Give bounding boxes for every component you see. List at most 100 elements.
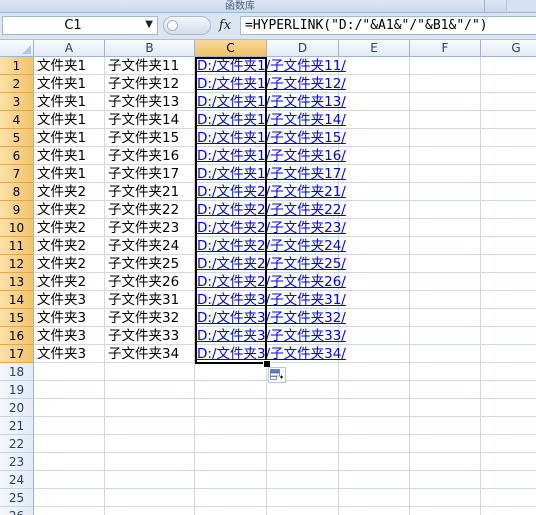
cell-a17[interactable]: 文件夹3	[34, 345, 86, 363]
hyperlink-cell-c11[interactable]: D:/文件夹2/子文件夹24/	[194, 237, 346, 255]
row-header-14[interactable]: 14	[0, 291, 34, 309]
hyperlink-cell-c10[interactable]: D:/文件夹2/子文件夹23/	[194, 219, 346, 237]
name-box[interactable]: C1 ▼	[2, 16, 158, 35]
cell-a13[interactable]: 文件夹2	[34, 273, 86, 291]
ribbon-button[interactable]	[506, 0, 536, 11]
column-header-d[interactable]: D	[267, 40, 339, 57]
chevron-down-icon[interactable]: ▼	[145, 19, 153, 30]
hyperlink-cell-c1[interactable]: D:/文件夹1/子文件夹11/	[194, 57, 346, 75]
column-header-b[interactable]: B	[105, 40, 195, 57]
row-header-18[interactable]: 18	[0, 363, 34, 381]
cell-b6[interactable]: 子文件夹16	[105, 147, 179, 165]
row-header-26[interactable]: 26	[0, 507, 34, 515]
cell-a12[interactable]: 文件夹2	[34, 255, 86, 273]
hyperlink-cell-c12[interactable]: D:/文件夹2/子文件夹25/	[194, 255, 346, 273]
row-header-20[interactable]: 20	[0, 399, 34, 417]
hyperlink-cell-c15[interactable]: D:/文件夹3/子文件夹32/	[194, 309, 346, 327]
row-header-11[interactable]: 11	[0, 237, 34, 255]
row-header-23[interactable]: 23	[0, 453, 34, 471]
row-header-6[interactable]: 6	[0, 147, 34, 165]
hyperlink-cell-c16[interactable]: D:/文件夹3/子文件夹33/	[194, 327, 346, 345]
cell-b5[interactable]: 子文件夹15	[105, 129, 179, 147]
hyperlink-cell-c7[interactable]: D:/文件夹1/子文件夹17/	[194, 165, 346, 183]
gridline-horizontal	[34, 488, 536, 489]
row-header-3[interactable]: 3	[0, 93, 34, 111]
cell-a16[interactable]: 文件夹3	[34, 327, 86, 345]
hyperlink-cell-c9[interactable]: D:/文件夹2/子文件夹22/	[194, 201, 346, 219]
cell-b10[interactable]: 子文件夹23	[105, 219, 179, 237]
gridline-horizontal	[34, 434, 536, 435]
hyperlink-cell-c14[interactable]: D:/文件夹3/子文件夹31/	[194, 291, 346, 309]
autofill-options-button[interactable]	[268, 367, 286, 383]
cell-a11[interactable]: 文件夹2	[34, 237, 86, 255]
row-header-13[interactable]: 13	[0, 273, 34, 291]
row-header-10[interactable]: 10	[0, 219, 34, 237]
spreadsheet-grid: A B C D E F G 1 文件夹1 子文件夹11 D:/文件夹1/子文件夹11/2 文件夹1 子文…	[0, 40, 536, 515]
cell-a14[interactable]: 文件夹3	[34, 291, 86, 309]
cell-b4[interactable]: 子文件夹14	[105, 111, 179, 129]
cell-a4[interactable]: 文件夹1	[34, 111, 86, 129]
hyperlink-cell-c5[interactable]: D:/文件夹1/子文件夹15/	[194, 129, 346, 147]
cell-b17[interactable]: 子文件夹34	[105, 345, 179, 363]
formula-bar-splitter[interactable]	[163, 16, 211, 35]
select-all-button[interactable]	[0, 40, 34, 57]
gridline-horizontal	[34, 506, 536, 507]
ribbon-group-label: 函数库	[225, 1, 255, 12]
row-header-2[interactable]: 2	[0, 75, 34, 93]
column-header-c[interactable]: C	[195, 40, 267, 57]
row-header-16[interactable]: 16	[0, 327, 34, 345]
cell-b8[interactable]: 子文件夹21	[105, 183, 179, 201]
cell-a10[interactable]: 文件夹2	[34, 219, 86, 237]
cell-b7[interactable]: 子文件夹17	[105, 165, 179, 183]
cell-b1[interactable]: 子文件夹11	[105, 57, 179, 75]
select-all-triangle-icon	[22, 45, 31, 54]
hyperlink-cell-c4[interactable]: D:/文件夹1/子文件夹14/	[194, 111, 346, 129]
row-header-21[interactable]: 21	[0, 417, 34, 435]
ribbon-strip: 函数库	[0, 0, 536, 13]
cell-b12[interactable]: 子文件夹25	[105, 255, 179, 273]
row-header-1[interactable]: 1	[0, 57, 34, 75]
formula-bar: C1 ▼ fx =HYPERLINK("D:/"&A1&"/"&B1&"/")	[0, 13, 536, 40]
cell-b14[interactable]: 子文件夹31	[105, 291, 179, 309]
cell-b15[interactable]: 子文件夹32	[105, 309, 179, 327]
cell-a9[interactable]: 文件夹2	[34, 201, 86, 219]
cell-a1[interactable]: 文件夹1	[34, 57, 86, 75]
column-header-a[interactable]: A	[34, 40, 105, 57]
cell-b11[interactable]: 子文件夹24	[105, 237, 179, 255]
row-header-7[interactable]: 7	[0, 165, 34, 183]
column-header-f[interactable]: F	[410, 40, 481, 57]
row-header-9[interactable]: 9	[0, 201, 34, 219]
formula-input[interactable]: =HYPERLINK("D:/"&A1&"/"&B1&"/")	[240, 16, 536, 35]
cell-b2[interactable]: 子文件夹12	[105, 75, 179, 93]
row-header-15[interactable]: 15	[0, 309, 34, 327]
column-header-g[interactable]: G	[481, 40, 536, 57]
cell-a2[interactable]: 文件夹1	[34, 75, 86, 93]
cell-b3[interactable]: 子文件夹13	[105, 93, 179, 111]
cell-a15[interactable]: 文件夹3	[34, 309, 86, 327]
hyperlink-cell-c6[interactable]: D:/文件夹1/子文件夹16/	[194, 147, 346, 165]
row-header-24[interactable]: 24	[0, 471, 34, 489]
row-header-12[interactable]: 12	[0, 255, 34, 273]
cell-a3[interactable]: 文件夹1	[34, 93, 86, 111]
row-header-5[interactable]: 5	[0, 129, 34, 147]
row-header-17[interactable]: 17	[0, 345, 34, 363]
row-header-25[interactable]: 25	[0, 489, 34, 507]
row-header-22[interactable]: 22	[0, 435, 34, 453]
cell-a7[interactable]: 文件夹1	[34, 165, 86, 183]
row-header-8[interactable]: 8	[0, 183, 34, 201]
cell-a6[interactable]: 文件夹1	[34, 147, 86, 165]
cell-b13[interactable]: 子文件夹26	[105, 273, 179, 291]
hyperlink-cell-c3[interactable]: D:/文件夹1/子文件夹13/	[194, 93, 346, 111]
column-header-e[interactable]: E	[339, 40, 410, 57]
hyperlink-cell-c2[interactable]: D:/文件夹1/子文件夹12/	[194, 75, 346, 93]
hyperlink-cell-c8[interactable]: D:/文件夹2/子文件夹21/	[194, 183, 346, 201]
insert-function-button[interactable]: fx	[214, 17, 236, 34]
hyperlink-cell-c13[interactable]: D:/文件夹2/子文件夹26/	[194, 273, 346, 291]
cell-b9[interactable]: 子文件夹22	[105, 201, 179, 219]
gridline-vertical	[480, 57, 481, 515]
cell-b16[interactable]: 子文件夹33	[105, 327, 179, 345]
cell-a5[interactable]: 文件夹1	[34, 129, 86, 147]
row-header-4[interactable]: 4	[0, 111, 34, 129]
row-header-19[interactable]: 19	[0, 381, 34, 399]
cell-a8[interactable]: 文件夹2	[34, 183, 86, 201]
